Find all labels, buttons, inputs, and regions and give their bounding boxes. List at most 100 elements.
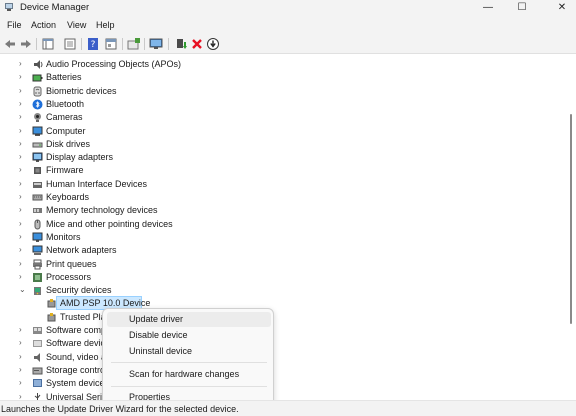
tree-category-item[interactable]: › Audio Processing Objects (APOs) — [0, 58, 560, 71]
update-driver-menu-item[interactable]: Update driver — [107, 312, 271, 327]
uninstall-icon[interactable] — [190, 37, 204, 51]
chevron-right-icon[interactable]: › — [19, 219, 27, 229]
chevron-right-icon[interactable]: › — [19, 139, 27, 149]
menu-help[interactable]: Help — [96, 20, 115, 30]
chevron-right-icon[interactable]: › — [19, 126, 27, 136]
chevron-right-icon[interactable]: › — [19, 59, 27, 69]
chevron-right-icon[interactable]: › — [19, 205, 27, 215]
software-component-icon — [33, 327, 42, 334]
tree-category-item[interactable]: › Memory technology devices — [0, 204, 560, 217]
chevron-right-icon[interactable]: › — [19, 232, 27, 242]
tree-item-label: Batteries — [46, 72, 82, 83]
menu-separator — [111, 386, 267, 387]
update-driver-label: Update driver — [129, 314, 184, 324]
tree-category-item[interactable]: › System device — [0, 377, 560, 390]
tree-item-label: Security devices — [46, 285, 112, 296]
tree-category-item[interactable]: › Keyboards — [0, 191, 560, 204]
tree-item-label: Keyboards — [46, 192, 90, 202]
chevron-down-icon[interactable]: ⌄ — [19, 285, 27, 295]
tree-category-item[interactable]: › Software comp — [0, 324, 560, 337]
display-icon — [32, 152, 43, 163]
tree-child-item[interactable]: AMD PSP 10.0 Device — [0, 296, 560, 311]
tree-item-label: Universal Seri — [46, 391, 103, 401]
window-title: Device Manager — [20, 2, 90, 13]
scan-hardware-menu-item[interactable]: Scan for hardware changes — [107, 367, 271, 382]
view-resources-icon[interactable] — [104, 37, 118, 51]
network-icon — [32, 245, 43, 256]
menu-file[interactable]: File — [7, 20, 22, 30]
title-bar: Device Manager — ☐ ✕ — [0, 0, 576, 15]
monitor-icon — [32, 232, 43, 242]
chevron-right-icon[interactable]: › — [19, 72, 27, 82]
tree-category-item[interactable]: › Computer — [0, 125, 560, 138]
disable-device-menu-item[interactable]: Disable device — [107, 328, 271, 343]
chevron-right-icon[interactable]: › — [19, 245, 27, 255]
menu-separator — [111, 362, 267, 363]
tree-category-item[interactable]: › Display adapters — [0, 151, 560, 164]
properties-icon[interactable] — [63, 37, 77, 51]
menu-action[interactable]: Action — [31, 20, 56, 30]
chevron-right-icon[interactable]: › — [19, 325, 27, 335]
uninstall-device-menu-item[interactable]: Uninstall device — [107, 344, 271, 359]
memory-icon — [33, 208, 42, 214]
chevron-right-icon[interactable]: › — [19, 392, 27, 401]
chevron-right-icon[interactable]: › — [19, 272, 27, 282]
status-bar: Launches the Update Driver Wizard for th… — [0, 400, 576, 416]
tree-category-item[interactable]: › Cameras — [0, 111, 560, 124]
system-icon — [33, 379, 42, 388]
tree-category-item[interactable]: › Mice and other pointing devices — [0, 218, 560, 231]
tree-category-item[interactable]: › Processors — [0, 271, 560, 284]
chevron-right-icon[interactable]: › — [19, 152, 27, 162]
chevron-right-icon[interactable]: › — [19, 259, 27, 269]
tree-category-item[interactable]: › Bluetooth — [0, 98, 560, 111]
tree-category-item[interactable]: › Monitors — [0, 231, 560, 244]
menu-view[interactable]: View — [67, 20, 86, 30]
tree-item-label: Firmware — [46, 165, 84, 176]
chevron-right-icon[interactable]: › — [19, 86, 27, 96]
scrollbar-thumb[interactable] — [570, 114, 572, 324]
chevron-right-icon[interactable]: › — [19, 365, 27, 375]
chevron-right-icon[interactable]: › — [19, 99, 27, 109]
chevron-right-icon[interactable]: › — [19, 165, 27, 175]
scan-hardware-icon[interactable] — [149, 37, 163, 51]
close-button[interactable]: ✕ — [540, 0, 576, 15]
chevron-right-icon[interactable]: › — [19, 179, 27, 189]
tree-item-label: Storage contro — [46, 364, 106, 375]
tree-item-label: Memory technology devices — [46, 205, 158, 216]
scan-hardware-label: Scan for hardware changes — [129, 369, 240, 379]
tree-category-item[interactable]: › Print queues — [0, 258, 560, 271]
maximize-button[interactable]: ☐ — [500, 0, 544, 15]
disable-icon[interactable] — [206, 37, 220, 51]
tree-category-item[interactable]: › Biometric devices — [0, 85, 560, 98]
chevron-right-icon[interactable]: › — [19, 112, 27, 122]
battery-icon — [32, 74, 43, 82]
tree-child-item[interactable]: Trusted Pla — [0, 311, 560, 324]
tree-category-item[interactable]: › Storage contro — [0, 364, 560, 377]
chevron-right-icon[interactable]: › — [19, 338, 27, 348]
tree-category-item[interactable]: › Disk drives — [0, 138, 560, 151]
tree-category-item[interactable]: ⌄ Security devices — [0, 284, 560, 297]
hid-icon — [33, 181, 42, 188]
tree-category-item[interactable]: › Batteries — [0, 71, 560, 84]
chevron-right-icon[interactable]: › — [19, 192, 27, 202]
tree-category-item[interactable]: › Human Interface Devices — [0, 178, 560, 191]
tree-category-item[interactable]: › Firmware — [0, 164, 560, 177]
tree-category-item[interactable]: › Network adapters — [0, 244, 560, 257]
back-icon[interactable] — [3, 37, 17, 51]
tree-item-label: Sound, video a — [46, 351, 107, 362]
tree-category-item[interactable]: › Software devic — [0, 337, 560, 350]
storage-icon — [32, 367, 43, 375]
tree-category-item[interactable]: › Sound, video a — [0, 351, 560, 364]
show-hide-tree-icon[interactable] — [41, 37, 55, 51]
sound-icon — [34, 352, 40, 362]
update-driver-icon[interactable] — [127, 37, 141, 51]
add-driver-icon[interactable] — [174, 37, 188, 51]
chevron-right-icon[interactable]: › — [19, 378, 27, 388]
tree-category-item[interactable]: › Universal Seri — [0, 391, 560, 401]
help-icon[interactable]: ? — [86, 37, 100, 51]
status-text: Launches the Update Driver Wizard for th… — [1, 404, 239, 414]
chevron-right-icon[interactable]: › — [19, 352, 27, 362]
usb-icon — [34, 392, 41, 400]
forward-icon[interactable] — [19, 37, 33, 51]
vertical-scrollbar[interactable] — [566, 54, 576, 400]
